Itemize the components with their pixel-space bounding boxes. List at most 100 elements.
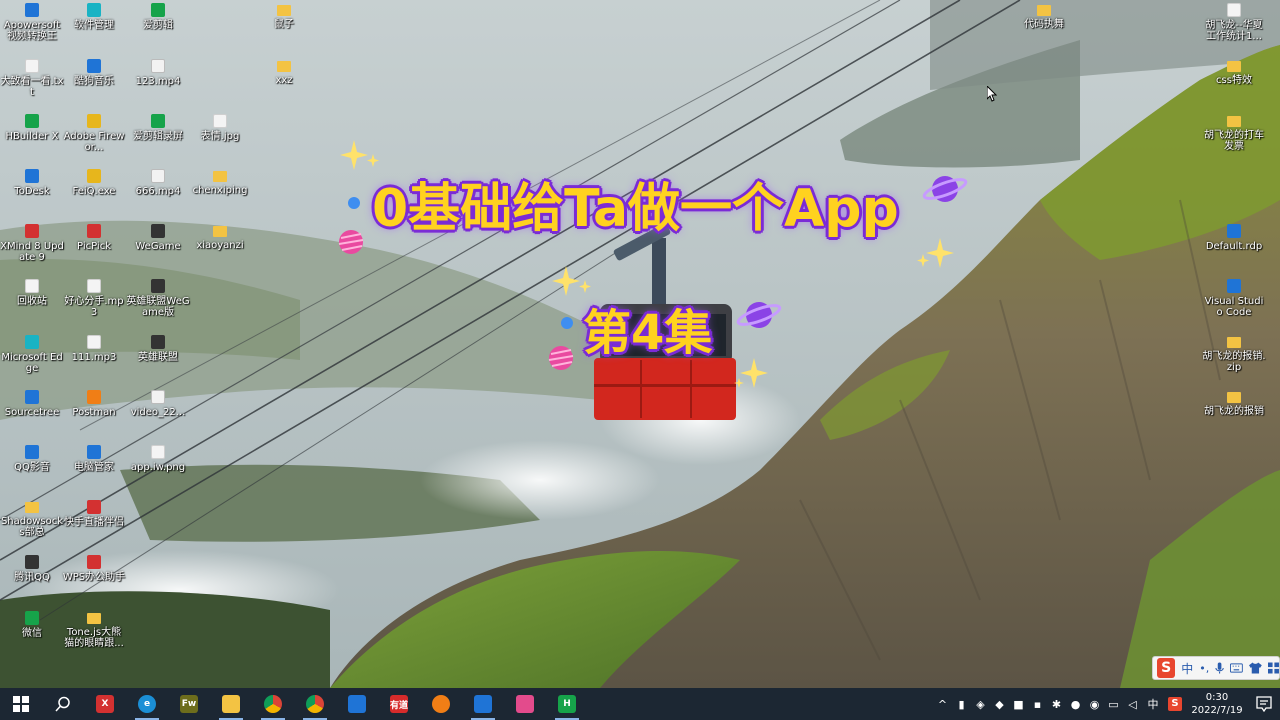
youdao-taskbar[interactable]: 有道 [378,688,420,720]
grid-icon[interactable] [1268,662,1279,674]
desktop-icon[interactable]: 胡飞龙的报销.zip [1202,335,1266,389]
desktop-icon[interactable]: WPS办公助手 [62,555,126,609]
vscode-taskbar[interactable] [462,688,504,720]
desktop-icon[interactable]: HBuilder X [0,114,64,168]
desktop-icon[interactable]: Tone.js大熊猫的眼睛跟... [62,611,126,665]
desktop-icon[interactable]: css特效 [1202,59,1266,113]
desktop-icon[interactable]: video_22... [126,390,190,444]
file-explorer-icon [222,695,240,713]
folder-icon [1227,61,1241,72]
notification-center-button[interactable] [1248,696,1280,712]
desktop-icon[interactable]: 123.mp4 [126,59,190,113]
game-icon [516,695,534,713]
network-icon[interactable]: ▭ [1104,688,1123,720]
desktop-icon[interactable]: FeiQ.exe [62,169,126,223]
desktop-icon[interactable]: app.iw.png [126,445,190,499]
striped-ball-icon-2 [548,346,574,370]
desktop-icon[interactable]: Postman [62,390,126,444]
mic-icon[interactable] [1215,661,1225,675]
sogou-tray-button[interactable]: S [1164,688,1186,720]
aijianji-icon [151,3,165,17]
desktop-icon[interactable]: ToDesk [0,169,64,223]
desktop-icon[interactable]: Sourcetree [0,390,64,444]
printer-icon[interactable]: ▪ [1028,688,1047,720]
desktop-icon[interactable]: 酷狗音乐 [62,59,126,113]
file-explorer-taskbar[interactable] [210,688,252,720]
desktop-icon[interactable]: 腾讯QQ [0,555,64,609]
desktop-icon[interactable]: QQ影音 [0,445,64,499]
chevron-up-icon[interactable]: ^ [933,688,952,720]
desktop-icon-label: 胡飞龙的打车发票 [1204,130,1264,152]
desktop-icon-label: 腾讯QQ [14,572,50,583]
desktop-icon[interactable]: Apowersoft 视频转换王 [0,3,64,57]
ime-indicator[interactable]: 中 [1142,688,1164,720]
desktop-icon[interactable]: xiaoyanzi [188,224,252,278]
desktop-icon[interactable]: Microsoft Edge [0,335,64,389]
desktop-icon[interactable]: 回收站 [0,279,64,333]
desktop-icon[interactable]: 胡飞龙的报销 [1202,390,1266,444]
ime-mode-toggle[interactable]: 中 [1181,660,1193,677]
desktop-icon-label: 英雄联盟WeGame版 [126,296,190,318]
shield-icon[interactable]: ◈ [971,688,990,720]
desktop-icon[interactable]: Shadowsocks部总 [0,500,64,554]
desktop-icon[interactable]: 爱剪辑 [126,3,190,57]
xmind-taskbar[interactable]: X [84,688,126,720]
fireworks-taskbar[interactable]: Fw [168,688,210,720]
folder-icon [87,613,101,624]
dot-icon-2 [561,317,573,329]
desktop-icon[interactable]: 666.mp4 [126,169,190,223]
desktop-icon[interactable]: 电脑管家 [62,445,126,499]
desktop-icon[interactable]: 英雄联盟 [126,335,190,389]
desktop-icon[interactable]: 胡飞龙--华夏工作统计1... [1202,3,1266,57]
search-button[interactable] [42,688,84,720]
desktop-icon[interactable]: 胡飞龙的打车发票 [1202,114,1266,168]
desktop-icon-label: chenxiping [192,185,248,196]
ime-punctuation-toggle[interactable]: •, [1199,662,1209,675]
desktop-icon[interactable]: 大致看一看.txt [0,59,64,113]
vpn-shield-icon[interactable]: ◆ [990,688,1009,720]
start-button[interactable] [0,688,42,720]
usb-icon[interactable]: ▮ [952,688,971,720]
sogou-tray-icon[interactable]: ◉ [1085,688,1104,720]
desktop-icon[interactable]: xxz [252,59,316,113]
chrome-2-taskbar[interactable] [294,688,336,720]
desktop[interactable]: Apowersoft 视频转换王 大致看一看.txt HBuilder X ToDes… [0,0,1280,688]
desktop-icon[interactable]: 111.mp3 [62,335,126,389]
desktop-icon[interactable]: 英雄联盟WeGame版 [126,279,190,333]
maps-taskbar[interactable] [336,688,378,720]
desktop-icon[interactable]: 微信 [0,611,64,665]
keyboard-icon[interactable] [1230,663,1244,673]
desktop-icon-label: xiaoyanzi [196,240,244,251]
desktop-icon[interactable]: PicPick [62,224,126,278]
desktop-icon[interactable]: Default.rdp [1202,224,1266,278]
desktop-icon[interactable]: 表情.jpg [188,114,252,168]
game-taskbar[interactable] [504,688,546,720]
firefox-taskbar[interactable] [420,688,462,720]
hbuilder-taskbar[interactable]: H [546,688,588,720]
mouse-cursor-icon [987,86,997,102]
desktop-icon[interactable]: Visual Studio Code [1202,279,1266,333]
desktop-icon[interactable]: WeGame [126,224,190,278]
desktop-icon[interactable]: Adobe Firewor... [62,114,126,168]
desktop-icon[interactable]: 爱剪辑录屏 [126,114,190,168]
edge-taskbar[interactable]: e [126,688,168,720]
ime-toolbar[interactable]: S 中 •, [1152,656,1280,680]
desktop-icon-label: 鼠子 [274,19,294,30]
speaker-icon[interactable]: ◁ [1123,688,1142,720]
sogou-logo-icon[interactable]: S [1157,658,1176,678]
desktop-icon[interactable]: 好心分手.mp3 [62,279,126,333]
sourcetree-icon [25,390,39,404]
desktop-icon[interactable]: chenxiping [188,169,252,223]
chrome-taskbar[interactable] [252,688,294,720]
desktop-icon[interactable]: 快手直播伴侣 [62,500,126,554]
desktop-icon[interactable]: XMind 8 Update 9 [0,224,64,278]
security-icon[interactable]: ■ [1009,688,1028,720]
desktop-icon[interactable]: 软件管理 [62,3,126,57]
clock[interactable]: 0:30 2022/7/19 [1186,691,1248,717]
wechat-tray-icon[interactable]: ● [1066,688,1085,720]
desktop-icon[interactable]: 鼠子 [252,3,316,57]
shirt-icon[interactable] [1249,662,1263,674]
desktop-icon[interactable]: 代码执舞 [1012,3,1076,57]
folder-icon [25,502,39,513]
bluetooth-icon[interactable]: ✱ [1047,688,1066,720]
